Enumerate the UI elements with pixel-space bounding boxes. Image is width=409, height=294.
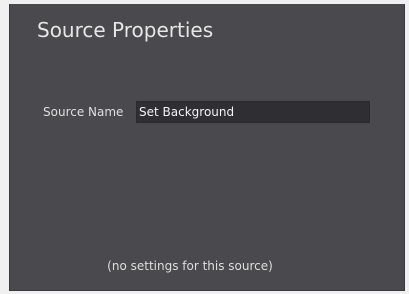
- window-frame: Source Properties Source Name (no settin…: [0, 0, 409, 294]
- panel-title: Source Properties: [37, 18, 214, 42]
- source-properties-panel: Source Properties Source Name (no settin…: [9, 4, 405, 291]
- source-name-input[interactable]: [136, 101, 370, 123]
- source-name-label: Source Name: [43, 105, 124, 119]
- no-settings-message: (no settings for this source): [107, 259, 273, 273]
